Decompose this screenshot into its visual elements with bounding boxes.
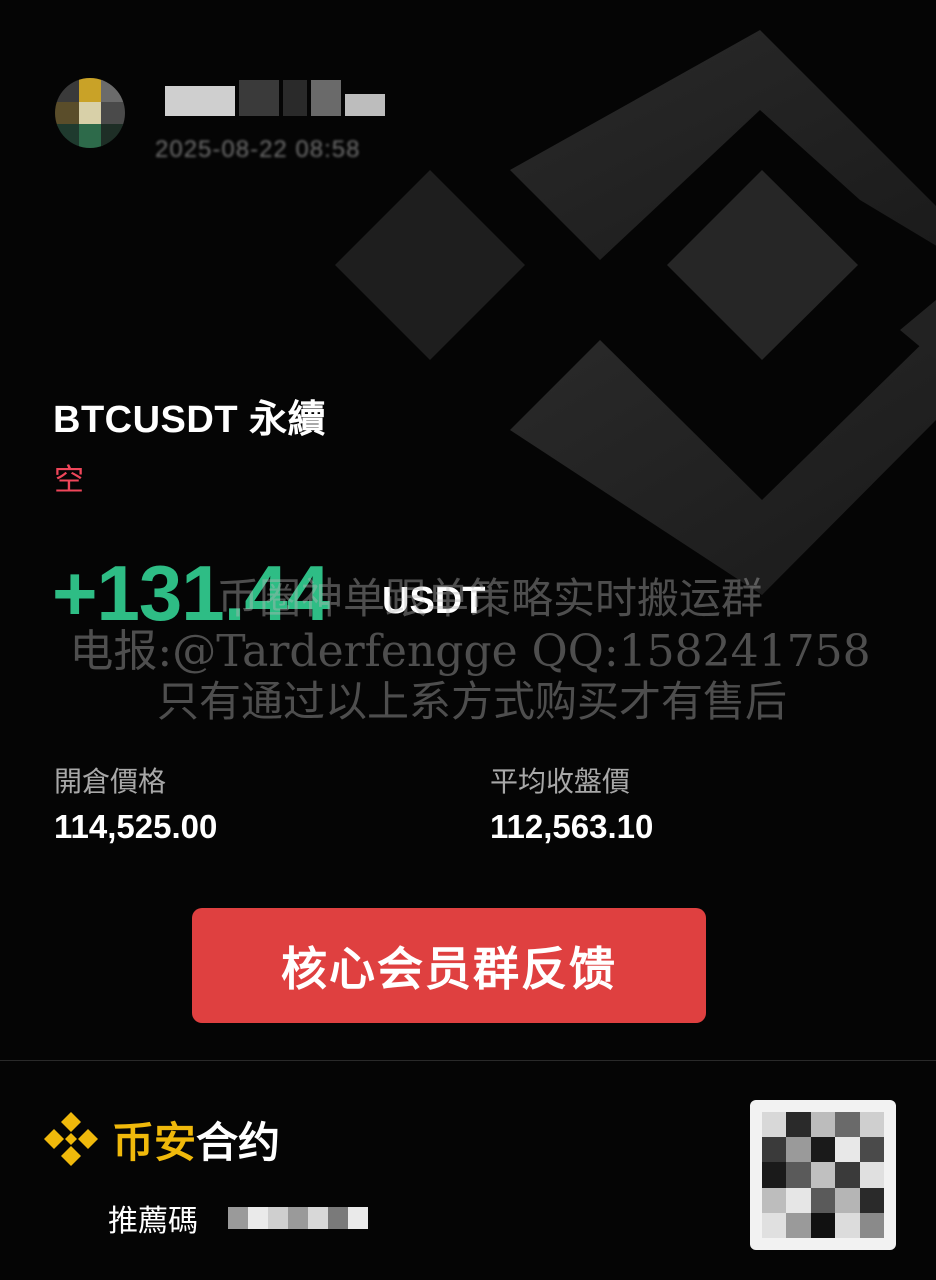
watermark-line-3: 只有通过以上系方式购买才有售后: [156, 677, 787, 726]
open-price-label: 開倉價格: [54, 766, 167, 797]
referral-label: 推薦碼: [108, 1205, 198, 1238]
trading-pair: BTCUSDT 永續: [53, 399, 327, 441]
brand-name-part-2: 合约: [196, 1118, 281, 1166]
close-price-value: 112,563.10: [490, 808, 654, 845]
referral-code-redacted: [228, 1205, 368, 1231]
qr-code-icon: [750, 1100, 896, 1250]
post-header: 2025-08-22 08:58: [55, 70, 455, 170]
referral-row: 推薦碼: [108, 1196, 368, 1240]
close-price-label: 平均收盤價: [490, 766, 631, 797]
brand-name: 币安合约: [112, 1109, 280, 1170]
post-timestamp: 2025-08-22 08:58: [155, 136, 361, 163]
open-price-value: 114,525.00: [54, 808, 218, 845]
member-feedback-button[interactable]: 核心会员群反馈: [192, 908, 706, 1023]
brand-name-part-1: 币安: [112, 1118, 197, 1166]
avatar: [55, 78, 125, 148]
binance-logo-icon: [44, 1112, 98, 1166]
position-side: 空: [54, 464, 84, 497]
username-redacted: [165, 80, 385, 116]
brand-logo: 币安合约: [40, 1108, 280, 1170]
footer-divider: [0, 1060, 936, 1061]
